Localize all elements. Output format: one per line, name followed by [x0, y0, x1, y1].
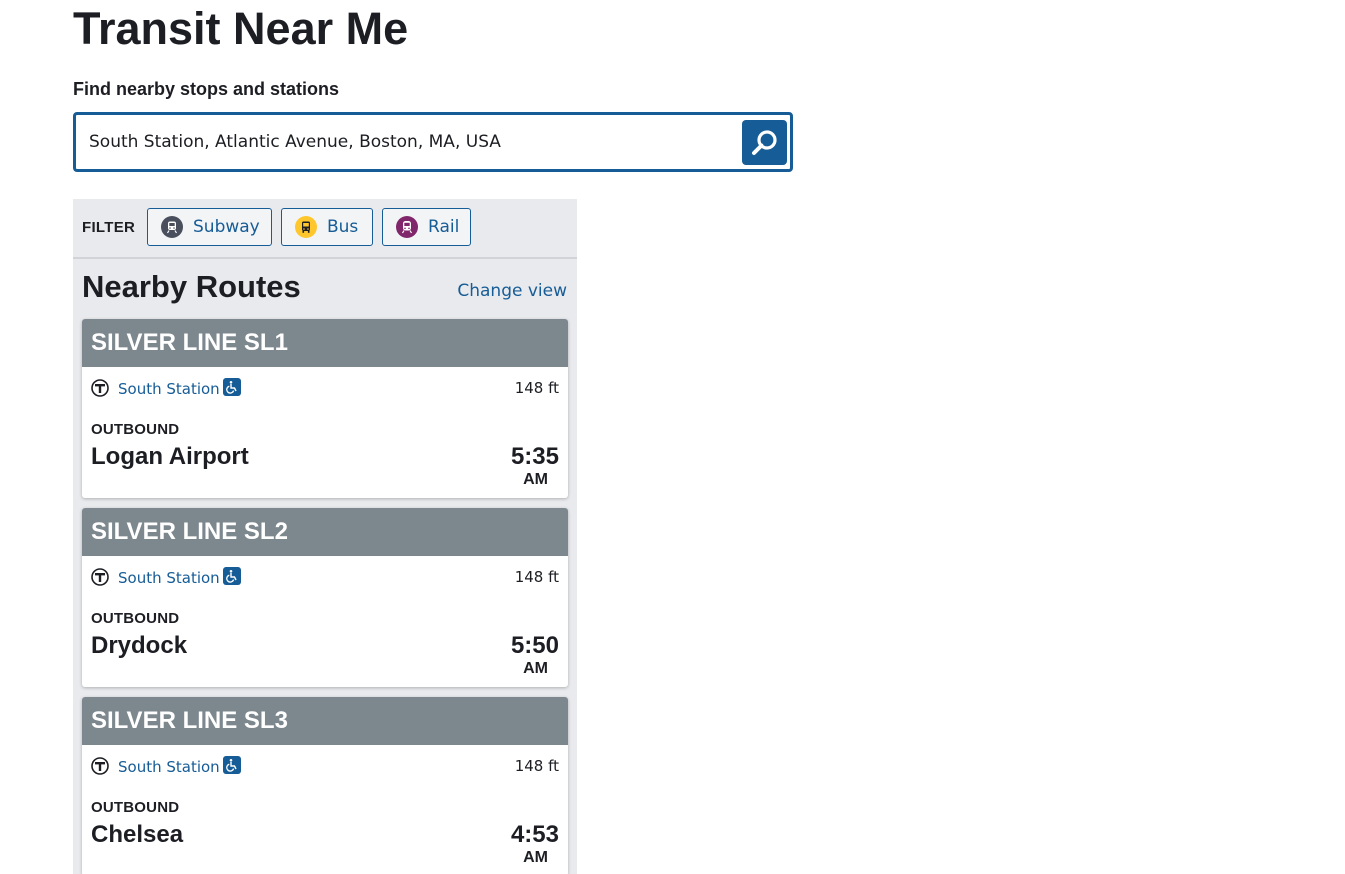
nearby-panel: FILTER Subway Bus Rail Nearby Routes Cha… [73, 199, 577, 874]
filter-bar: FILTER Subway Bus Rail [73, 199, 577, 259]
route-name[interactable]: SILVER LINE SL2 [82, 508, 568, 556]
wheelchair-accessible-icon [223, 378, 241, 396]
wheelchair-accessible-icon [223, 567, 241, 585]
stop-distance: 148 ft [514, 568, 559, 586]
filter-subway-button[interactable]: Subway [147, 208, 272, 246]
filter-label: FILTER [82, 219, 136, 236]
stop-row: South Station 148 ft [91, 755, 559, 779]
filter-rail-button[interactable]: Rail [382, 208, 471, 246]
direction-label: OUTBOUND [91, 421, 180, 438]
departure-ampm: AM [523, 849, 548, 866]
route-name[interactable]: SILVER LINE SL3 [82, 697, 568, 745]
search-icon [751, 129, 777, 155]
direction-label: OUTBOUND [91, 610, 180, 627]
stop-name-link[interactable]: South Station [118, 380, 220, 398]
t-logo-icon [91, 757, 109, 775]
filter-rail-label: Rail [428, 217, 460, 237]
stop-row: South Station 148 ft [91, 566, 559, 590]
route-card: SILVER LINE SL3 South Station 148 ft OUT… [82, 697, 568, 874]
stop-distance: 148 ft [514, 757, 559, 775]
filter-subway-label: Subway [193, 217, 260, 237]
headsign[interactable]: Drydock [91, 632, 187, 660]
search-button[interactable] [742, 120, 787, 165]
departure-time: 4:53 [510, 821, 559, 848]
departure-ampm: AM [523, 471, 548, 488]
subway-icon [161, 216, 183, 238]
search-label: Find nearby stops and stations [73, 79, 340, 99]
direction-label: OUTBOUND [91, 799, 180, 816]
headsign[interactable]: Logan Airport [91, 443, 249, 471]
wheelchair-accessible-icon [223, 756, 241, 774]
t-logo-icon [91, 379, 109, 397]
filter-bus-button[interactable]: Bus [281, 208, 373, 246]
stop-name-link[interactable]: South Station [118, 758, 220, 776]
route-card: SILVER LINE SL2 South Station 148 ft OUT… [82, 508, 568, 687]
route-card: SILVER LINE SL1 South Station 148 ft OUT… [82, 319, 568, 498]
search-input[interactable] [89, 128, 719, 156]
departure-time: 5:50 [510, 632, 559, 659]
route-name[interactable]: SILVER LINE SL1 [82, 319, 568, 367]
stop-distance: 148 ft [514, 379, 559, 397]
stop-name-link[interactable]: South Station [118, 569, 220, 587]
change-view-link[interactable]: Change view [457, 281, 567, 301]
page-title: Transit Near Me [73, 3, 409, 54]
commuter-rail-icon [396, 216, 418, 238]
bus-icon [295, 216, 317, 238]
search-box [73, 112, 793, 172]
t-logo-icon [91, 568, 109, 586]
stop-row: South Station 148 ft [91, 377, 559, 401]
filter-bus-label: Bus [327, 217, 359, 237]
nearby-routes-heading: Nearby Routes [82, 269, 301, 304]
page: Transit Near Me Find nearby stops and st… [0, 0, 1345, 874]
headsign[interactable]: Chelsea [91, 821, 183, 849]
departure-time: 5:35 [510, 443, 559, 470]
departure-ampm: AM [523, 660, 548, 677]
